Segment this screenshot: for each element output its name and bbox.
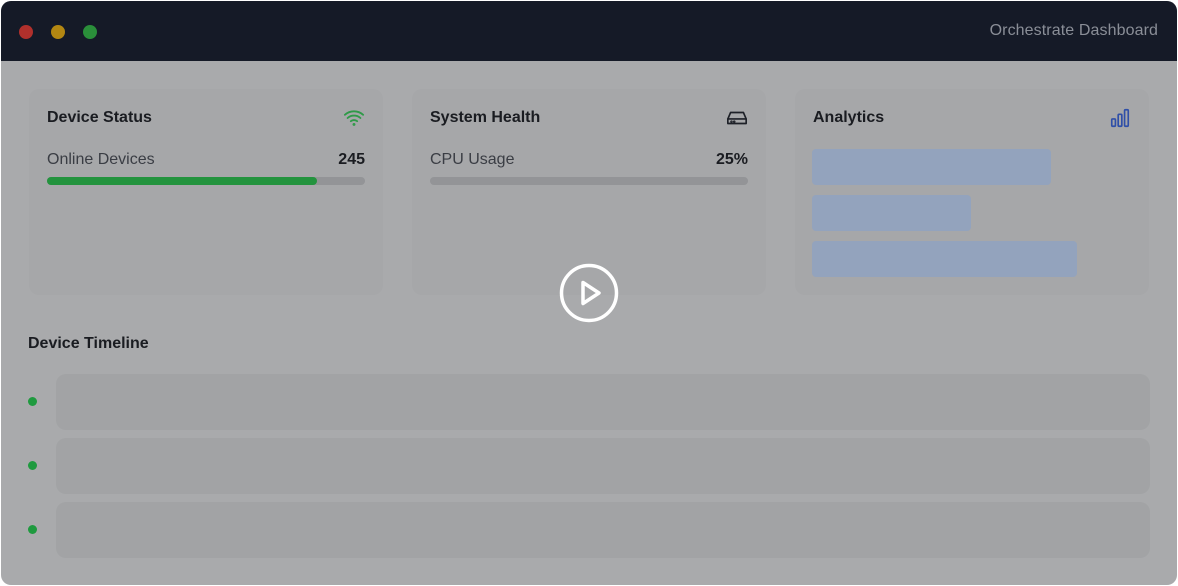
cpu-usage-value: 25% (715, 151, 748, 168)
analytics-placeholder-bar (812, 149, 1051, 185)
hard-drive-icon (726, 107, 748, 129)
timeline-item[interactable] (56, 502, 1150, 558)
analytics-placeholder-bar (812, 241, 1077, 277)
zoom-window-button[interactable] (83, 25, 97, 39)
play-button[interactable] (559, 263, 619, 323)
timeline-item[interactable] (56, 374, 1150, 430)
minimize-window-button[interactable] (51, 25, 65, 39)
section-title: Device Timeline (28, 335, 149, 352)
wifi-icon (343, 107, 365, 129)
timeline-status-dot (28, 525, 37, 534)
app-window: Orchestrate Dashboard Device Status Onli… (1, 1, 1177, 585)
timeline-status-dot (28, 461, 37, 470)
close-window-button[interactable] (19, 25, 33, 39)
online-devices-progress-fill (47, 177, 317, 185)
timeline-status-dot (28, 397, 37, 406)
play-icon (559, 263, 619, 323)
analytics-placeholder-bar (812, 195, 971, 231)
cpu-usage-label: CPU Usage (430, 151, 515, 168)
online-devices-label: Online Devices (47, 151, 155, 168)
card-title: Analytics (813, 109, 885, 126)
online-devices-value: 245 (338, 151, 365, 168)
card-title: Device Status (47, 109, 152, 126)
device-status-card: Device Status Online Devices 245 (29, 89, 383, 295)
online-devices-progress (47, 177, 365, 185)
title-bar: Orchestrate Dashboard (1, 1, 1177, 61)
card-title: System Health (430, 109, 541, 126)
analytics-card: Analytics (795, 89, 1149, 295)
cpu-usage-progress (430, 177, 748, 185)
timeline-item[interactable] (56, 438, 1150, 494)
bar-chart-icon (1109, 107, 1131, 129)
app-title: Orchestrate Dashboard (989, 22, 1158, 39)
